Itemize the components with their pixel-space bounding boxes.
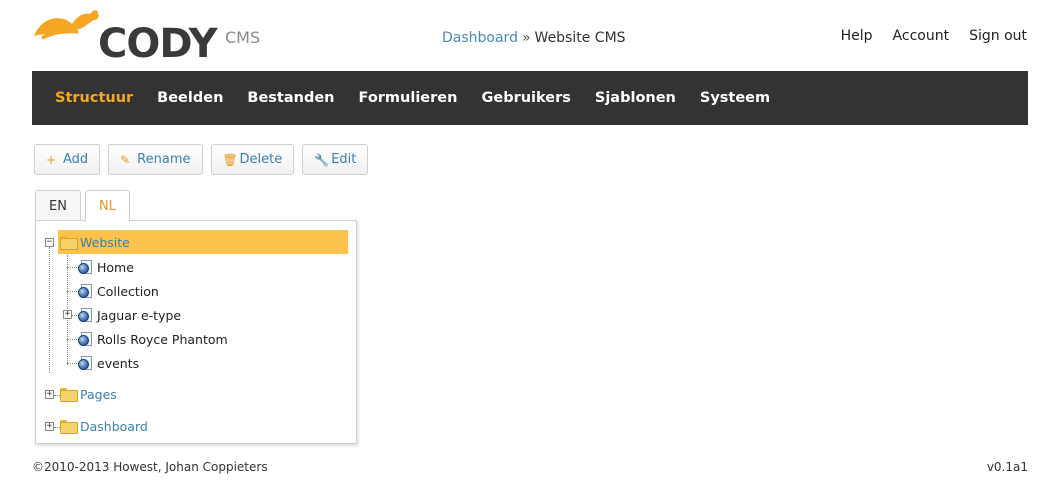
account-link[interactable]: Account <box>893 28 950 44</box>
tree-node-website[interactable]: Website <box>60 232 130 252</box>
edit-button[interactable]: 🔧 Edit <box>302 144 369 175</box>
tree-panel: − Website Home Collection + Jaguar e-typ… <box>35 220 357 444</box>
page-globe-icon <box>78 331 93 347</box>
tree-node-label: Website <box>80 234 130 250</box>
page-globe-icon <box>78 307 93 323</box>
toolbar: + Add ✎ Rename 🗑 Delete 🔧 Edit <box>34 144 369 175</box>
nav-item-beelden[interactable]: Beelden <box>157 90 223 106</box>
tree-node-dashboard[interactable]: Dashboard <box>60 416 148 436</box>
folder-icon <box>60 420 78 434</box>
tab-en[interactable]: EN <box>35 190 81 221</box>
tree-node-label: Pages <box>80 386 117 402</box>
trash-icon: 🗑 <box>222 152 238 167</box>
delete-button-label: Delete <box>239 152 283 167</box>
help-link[interactable]: Help <box>841 28 873 44</box>
breadcrumb: Dashboard» Website CMS <box>442 30 626 46</box>
tree-node-pages[interactable]: Pages <box>60 384 117 404</box>
nav-item-bestanden[interactable]: Bestanden <box>247 90 334 106</box>
nav-item-systeem[interactable]: Systeem <box>700 90 770 106</box>
logo-text: CODY <box>98 21 218 67</box>
delete-button[interactable]: 🗑 Delete <box>210 144 295 175</box>
tree-node-label: Collection <box>97 283 159 299</box>
breadcrumb-current: Website CMS <box>534 30 626 46</box>
footer-copyright: ©2010-2013 Howest, Johan Coppieters <box>32 460 268 474</box>
tree-node-label: Jaguar e-type <box>97 307 182 323</box>
sign-out-link[interactable]: Sign out <box>969 28 1027 44</box>
tab-nl[interactable]: NL <box>84 190 130 222</box>
nav-item-sjablonen[interactable]: Sjablonen <box>595 90 676 106</box>
language-tabs: EN NL <box>35 190 130 222</box>
logo[interactable]: CODY CMS <box>32 6 260 68</box>
expand-icon[interactable]: + <box>45 422 54 431</box>
footer-version: v0.1a1 <box>986 460 1028 474</box>
plus-icon: + <box>46 152 57 167</box>
edit-button-label: Edit <box>331 152 357 167</box>
nav-item-gebruikers[interactable]: Gebruikers <box>481 90 570 106</box>
breadcrumb-dashboard-link[interactable]: Dashboard <box>442 30 518 46</box>
breadcrumb-separator: » <box>521 30 531 46</box>
tree-node-collection[interactable]: Collection <box>78 281 159 301</box>
tree-node-label: Home <box>97 259 134 275</box>
folder-icon <box>60 388 78 402</box>
add-button-label: Add <box>63 152 89 167</box>
pencil-icon: ✎ <box>120 152 131 167</box>
page-globe-icon <box>78 355 93 371</box>
squirrel-logo-icon <box>34 10 99 40</box>
tree-node-label: Rolls Royce Phantom <box>97 331 228 347</box>
add-button[interactable]: + Add <box>34 144 101 175</box>
expand-icon[interactable]: + <box>63 310 72 319</box>
rename-button[interactable]: ✎ Rename <box>108 144 203 175</box>
tree-node-home[interactable]: Home <box>78 257 134 277</box>
wrench-icon: 🔧 <box>314 152 330 167</box>
tree-node-events[interactable]: events <box>78 353 139 373</box>
structure-tree: − Website Home Collection + Jaguar e-typ… <box>36 221 356 443</box>
main-nav: Structuur Beelden Bestanden Formulieren … <box>32 71 1028 125</box>
page-globe-icon <box>78 283 93 299</box>
logo-suffix: CMS <box>225 28 261 47</box>
tree-node-jaguar-e-type[interactable]: Jaguar e-type <box>78 305 181 325</box>
page-globe-icon <box>78 259 93 275</box>
rename-button-label: Rename <box>137 152 191 167</box>
expand-icon[interactable]: + <box>45 390 54 399</box>
collapse-icon[interactable]: − <box>45 238 54 247</box>
tree-node-label: Dashboard <box>80 418 148 434</box>
tree-line <box>49 247 50 373</box>
tree-node-rolls-royce-phantom[interactable]: Rolls Royce Phantom <box>78 329 228 349</box>
top-links: Help Account Sign out <box>841 28 1027 44</box>
nav-item-formulieren[interactable]: Formulieren <box>359 90 458 106</box>
nav-item-structuur[interactable]: Structuur <box>55 90 133 106</box>
tree-node-label: events <box>97 355 140 371</box>
folder-open-icon <box>60 236 78 250</box>
